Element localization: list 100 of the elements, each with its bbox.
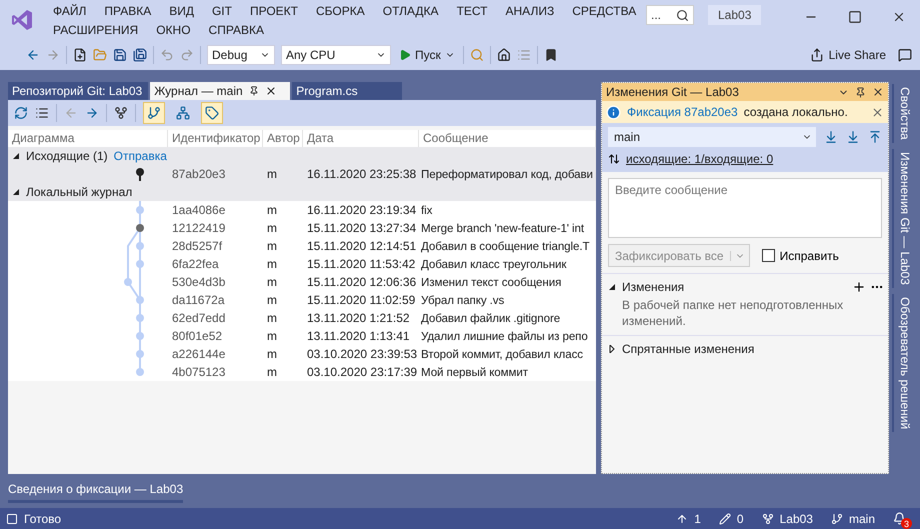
commit-author: m [266,275,278,289]
branch-icon[interactable] [830,512,843,524]
changes-count[interactable]: 0 [736,512,744,526]
pin-icon[interactable] [855,86,866,98]
bottom-tab[interactable]: Сведения о фиксации — Lab03 [8,480,184,503]
expand-toggle[interactable] [12,188,20,196]
pull-icon[interactable] [846,130,860,144]
document-tab[interactable]: Program.cs [292,82,402,100]
new-item-icon[interactable] [73,48,87,62]
menu-item[interactable]: ПРАВКА [95,2,160,21]
bookmark-icon[interactable] [544,48,558,62]
commit-date: 13.11.2020 1:21:52 [306,311,411,325]
configuration-dropdown[interactable]: Debug [207,45,275,65]
repository-name[interactable]: Lab03 [780,512,813,526]
outgoing-count[interactable]: 1 [694,512,701,526]
push-icon[interactable] [85,106,99,120]
menu-item[interactable]: ПРОЕКТ [240,2,307,21]
commit-date: 15.11.2020 11:02:59 [306,293,416,307]
tag-icon[interactable] [205,106,219,120]
live-share-button[interactable]: Live Share [804,47,892,63]
commit-message: Удалил лишние файлы из репо [420,330,589,342]
branch-dropdown[interactable]: main [608,127,816,147]
push-icon[interactable] [868,130,882,144]
section-title: Изменения [622,280,684,294]
back-icon[interactable] [26,48,40,62]
commit-message: Добавил класс треугольник [420,258,568,270]
feedback-icon[interactable] [898,48,912,62]
commit-id: a226144e [171,347,226,361]
share-icon[interactable] [810,48,824,62]
push-link[interactable]: Отправка [114,149,167,163]
commit-author: m [266,221,278,235]
arrow-up-icon[interactable] [676,512,688,524]
maximize-icon[interactable] [848,10,862,24]
info-icon [606,104,621,120]
expand-toggle[interactable] [12,152,20,160]
document-tab[interactable]: Репозиторий Git: Lab03 [8,82,148,100]
menu-item[interactable]: ТЕСТ [448,2,496,21]
commit-link[interactable]: Фиксация 87ab20e3 [627,105,738,119]
commit-dot [136,224,144,232]
side-tab[interactable]: Обозреватель решений [892,294,912,432]
pin-icon[interactable] [248,86,259,96]
home-icon[interactable] [496,48,511,62]
sync-icon [608,153,620,165]
save-icon[interactable] [113,48,127,62]
menu-item[interactable]: ФАЙЛ [44,2,96,21]
close-icon[interactable] [892,10,906,24]
commit-message: Изменил текст сообщения [420,276,562,288]
network-icon[interactable] [176,106,190,120]
repository-icon[interactable] [762,512,774,524]
refresh-icon[interactable] [14,106,28,120]
expand-toggle[interactable] [608,345,616,353]
menu-item[interactable]: ВИД [160,2,203,21]
branch-name[interactable]: main [848,512,875,526]
branch-icon[interactable] [114,106,128,120]
menu-item[interactable]: GIT [202,2,241,21]
commit-dot [136,314,144,322]
branches-toggle[interactable] [143,102,165,124]
menu-item[interactable]: ОТЛАДКА [374,2,448,21]
commit-row[interactable]: 87ab20e3 m 16.11.2020 23:25:38 Переформатировал код, добави [8,165,596,183]
menu-item[interactable]: ОКНО [147,21,200,40]
status-text: Готово [24,512,62,526]
commit-message-field[interactable]: Введите сообщение [608,178,882,238]
platform-dropdown[interactable]: Any CPU [281,45,391,65]
play-icon[interactable] [399,49,411,61]
pencil-icon[interactable] [718,512,731,524]
commit-author: m [266,257,278,271]
commit-id: 62ed7edd [171,311,226,325]
amend-checkbox[interactable]: Исправить [762,248,839,262]
add-icon[interactable] [852,280,866,294]
menu-item[interactable]: РАСШИРЕНИЯ [44,21,148,40]
branch-icon[interactable] [147,106,161,120]
close-icon[interactable] [872,86,884,98]
menu-item[interactable]: СБОРКА [307,2,374,21]
window-icon [6,512,18,524]
search-field[interactable]: ... [646,5,694,25]
tags-toggle[interactable] [201,102,223,124]
solution-name: Lab03 [708,5,762,25]
menu-item[interactable]: СРЕДСТВА [563,2,646,21]
commit-message: Второй коммит, добавил класс [420,348,584,360]
commit-author: m [266,347,278,361]
save-all-icon[interactable] [133,48,147,62]
list-icon[interactable] [35,106,49,120]
menu-item[interactable]: СПРАВКА [200,21,274,40]
bell-icon[interactable] [893,512,906,525]
sync-link[interactable]: исходящие: 1/входящие: 0 [626,152,774,166]
close-icon[interactable] [264,85,277,97]
document-tab[interactable]: Журнал — main [150,82,290,100]
commit-date: 13.11.2020 1:13:41 [306,329,411,343]
side-tab[interactable]: Свойства [892,84,912,143]
empty-message: В рабочей папке нет неподготовленных изменений. [622,297,844,329]
fetch-icon[interactable] [824,130,838,144]
notification-count: 3 [901,518,912,529]
expand-toggle[interactable] [608,283,616,291]
commit-dot [136,350,144,358]
commit-id: 80f01e52 [171,329,224,343]
menu-item[interactable]: АНАЛИЗ [496,2,564,21]
side-tab[interactable]: Изменения Git — Lab03 [892,148,912,288]
run-button[interactable]: Пуск [397,48,457,62]
commit-message: fix [420,204,434,216]
search-icon[interactable] [676,8,689,22]
